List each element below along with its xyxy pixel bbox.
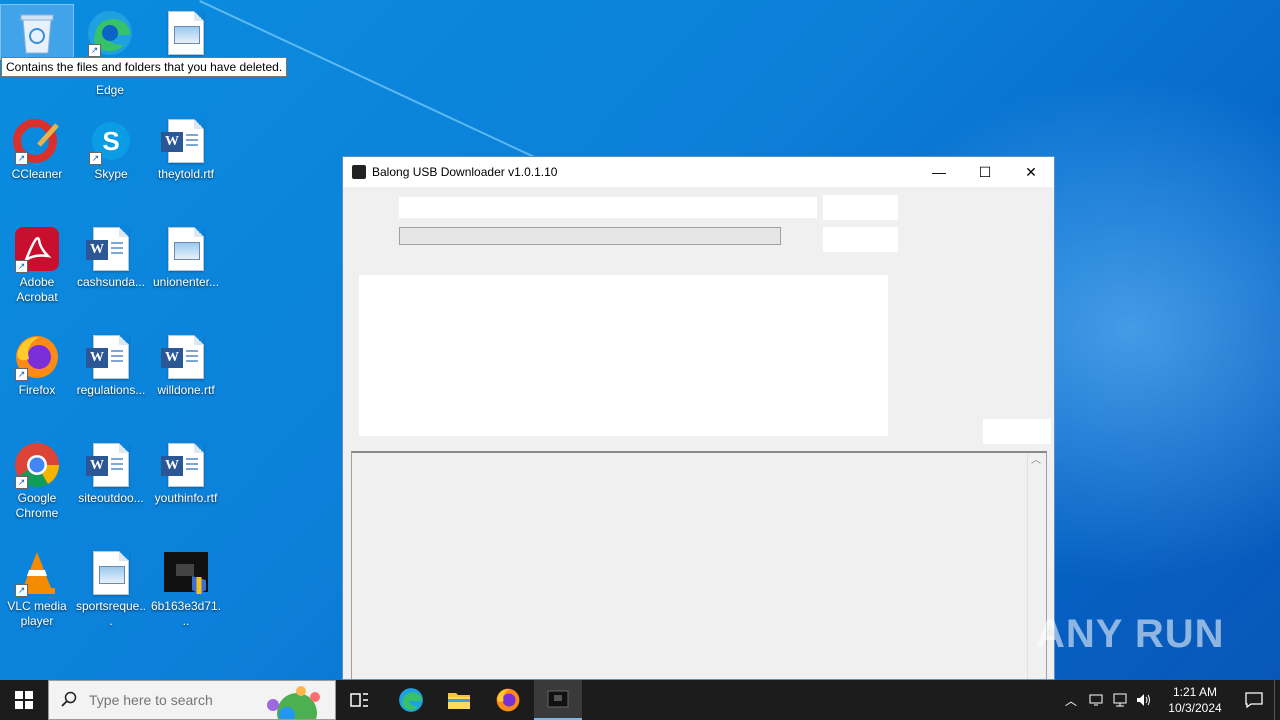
firefox-icon: ↗ <box>13 333 61 381</box>
adobe-acrobat-shortcut[interactable]: ↗ Adobe Acrobat <box>1 221 73 305</box>
file-path-field[interactable] <box>399 197 817 218</box>
icon-label: CCleaner <box>11 167 63 181</box>
taskbar-firefox[interactable] <box>484 680 532 720</box>
willdone-rtf-file[interactable]: W willdone.rtf <box>150 329 222 398</box>
vlc-icon: ↗ <box>13 549 61 597</box>
word-doc-icon: W <box>161 333 210 381</box>
exe-file[interactable]: 6b163e3d71... <box>150 545 222 629</box>
word-doc-icon: W <box>86 333 135 381</box>
notification-center-icon[interactable] <box>1234 692 1274 708</box>
icon-label: VLC media player <box>7 599 67 628</box>
maximize-button[interactable]: ☐ <box>962 157 1008 187</box>
scroll-up-icon[interactable]: ︿ <box>1028 453 1044 469</box>
image-file-icon <box>162 9 210 57</box>
icon-label: unionenter... <box>152 275 220 289</box>
clock[interactable]: 1:21 AM 10/3/2024 <box>1162 684 1228 716</box>
image-file-icon <box>162 225 210 273</box>
anyrun-watermark: ANY RUN <box>1036 612 1225 656</box>
edge-icon <box>399 688 423 712</box>
icon-label: Firefox <box>18 383 56 397</box>
siteoutdoo-file[interactable]: W siteoutdoo... <box>75 437 147 506</box>
word-doc-icon: W <box>161 117 210 165</box>
svg-text:S: S <box>102 126 119 156</box>
sportsreque-file[interactable]: sportsreque... <box>75 545 147 629</box>
icon-label: willdone.rtf <box>157 383 215 397</box>
app-icon <box>352 165 366 179</box>
file-explorer-icon <box>448 693 470 709</box>
recycle-bin-shortcut[interactable] <box>0 4 74 60</box>
exe-file-icon <box>162 549 210 597</box>
unionenter-file[interactable]: unionenter... <box>150 221 222 290</box>
close-button[interactable]: ✕ <box>1008 157 1054 187</box>
youthinfo-rtf-file[interactable]: W youthinfo.rtf <box>150 437 222 506</box>
task-view-icon <box>350 693 368 707</box>
icon-label: sportsreque... <box>75 599 147 628</box>
word-doc-icon: W <box>86 441 135 489</box>
network-status-icon[interactable] <box>1084 693 1108 707</box>
volume-icon[interactable] <box>1132 693 1156 707</box>
browse-button[interactable] <box>823 195 898 220</box>
skype-icon: S ↗ <box>87 117 135 165</box>
ccleaner-shortcut[interactable]: ↗ CCleaner <box>1 113 73 182</box>
window-titlebar[interactable]: Balong USB Downloader v1.0.1.10 — ☐ ✕ <box>343 157 1054 187</box>
icon-label: Skype <box>94 167 128 181</box>
action-button[interactable] <box>983 419 1051 444</box>
clock-date: 10/3/2024 <box>1168 701 1222 715</box>
icon-label: Adobe Acrobat <box>16 275 58 304</box>
icon-label: Google Chrome <box>15 491 59 520</box>
edge-icon: ↗ <box>86 9 134 57</box>
edge-shortcut[interactable]: ↗ Edge <box>74 5 146 98</box>
icon-label: Edge <box>95 83 125 97</box>
theytold-rtf-file[interactable]: W theytold.rtf <box>150 113 222 182</box>
taskbar-edge[interactable] <box>387 680 435 720</box>
taskbar-file-explorer[interactable] <box>435 680 483 720</box>
word-doc-icon: W <box>161 441 210 489</box>
image-file-shortcut[interactable] <box>150 5 222 59</box>
firefox-icon <box>496 688 520 712</box>
icon-label: 6b163e3d71... <box>150 599 222 628</box>
minimize-button[interactable]: — <box>916 157 962 187</box>
taskbar: ︿ 1:21 AM 10/3/2024 <box>0 680 1280 720</box>
regulations-file[interactable]: W regulations... <box>75 329 147 398</box>
search-input[interactable] <box>87 691 271 709</box>
icon-label: cashsunda... <box>76 275 146 289</box>
progress-bar <box>399 227 781 245</box>
balong-app-icon <box>547 690 569 708</box>
vlc-shortcut[interactable]: ↗ VLC media player <box>1 545 73 629</box>
icon-label: theytold.rtf <box>157 167 215 181</box>
recycle-bin-icon <box>13 9 61 57</box>
recycle-bin-tooltip: Contains the files and folders that you … <box>1 57 288 77</box>
clock-time: 1:21 AM <box>1172 685 1218 699</box>
word-doc-icon: W <box>86 225 135 273</box>
info-panel <box>359 275 888 436</box>
task-view-button[interactable] <box>336 680 384 720</box>
taskbar-balong-app[interactable] <box>534 680 582 720</box>
search-highlight-icon <box>261 683 331 720</box>
search-box[interactable] <box>48 680 336 720</box>
show-hidden-icons-chevron-up-icon[interactable]: ︿ <box>1058 692 1084 709</box>
desktop: ↗ Edge Contains the files and folders th… <box>0 0 1280 680</box>
balong-window: Balong USB Downloader v1.0.1.10 — ☐ ✕ ︿ <box>342 156 1055 680</box>
google-chrome-shortcut[interactable]: ↗ Google Chrome <box>1 437 73 521</box>
show-desktop-button[interactable] <box>1274 680 1280 720</box>
window-title: Balong USB Downloader v1.0.1.10 <box>372 165 558 179</box>
chrome-icon: ↗ <box>13 441 61 489</box>
icon-label: siteoutdoo... <box>78 491 144 505</box>
search-icon <box>61 691 77 710</box>
windows-logo-icon <box>15 691 33 709</box>
ccleaner-icon: ↗ <box>13 117 61 165</box>
icon-label: regulations... <box>76 383 146 397</box>
skype-shortcut[interactable]: S ↗ Skype <box>75 113 147 182</box>
system-tray: ︿ 1:21 AM 10/3/2024 <box>1058 680 1280 720</box>
acrobat-icon: ↗ <box>13 225 61 273</box>
start-button[interactable] <box>0 680 48 720</box>
shortcut-arrow-icon: ↗ <box>88 44 101 57</box>
icon-label: youthinfo.rtf <box>154 491 218 505</box>
log-output[interactable]: ︿ <box>351 451 1047 679</box>
ethernet-icon[interactable] <box>1108 693 1132 707</box>
firefox-shortcut[interactable]: ↗ Firefox <box>1 329 73 398</box>
image-file-icon <box>87 549 135 597</box>
cashsunda-file[interactable]: W cashsunda... <box>75 221 147 290</box>
start-button[interactable] <box>823 227 898 252</box>
